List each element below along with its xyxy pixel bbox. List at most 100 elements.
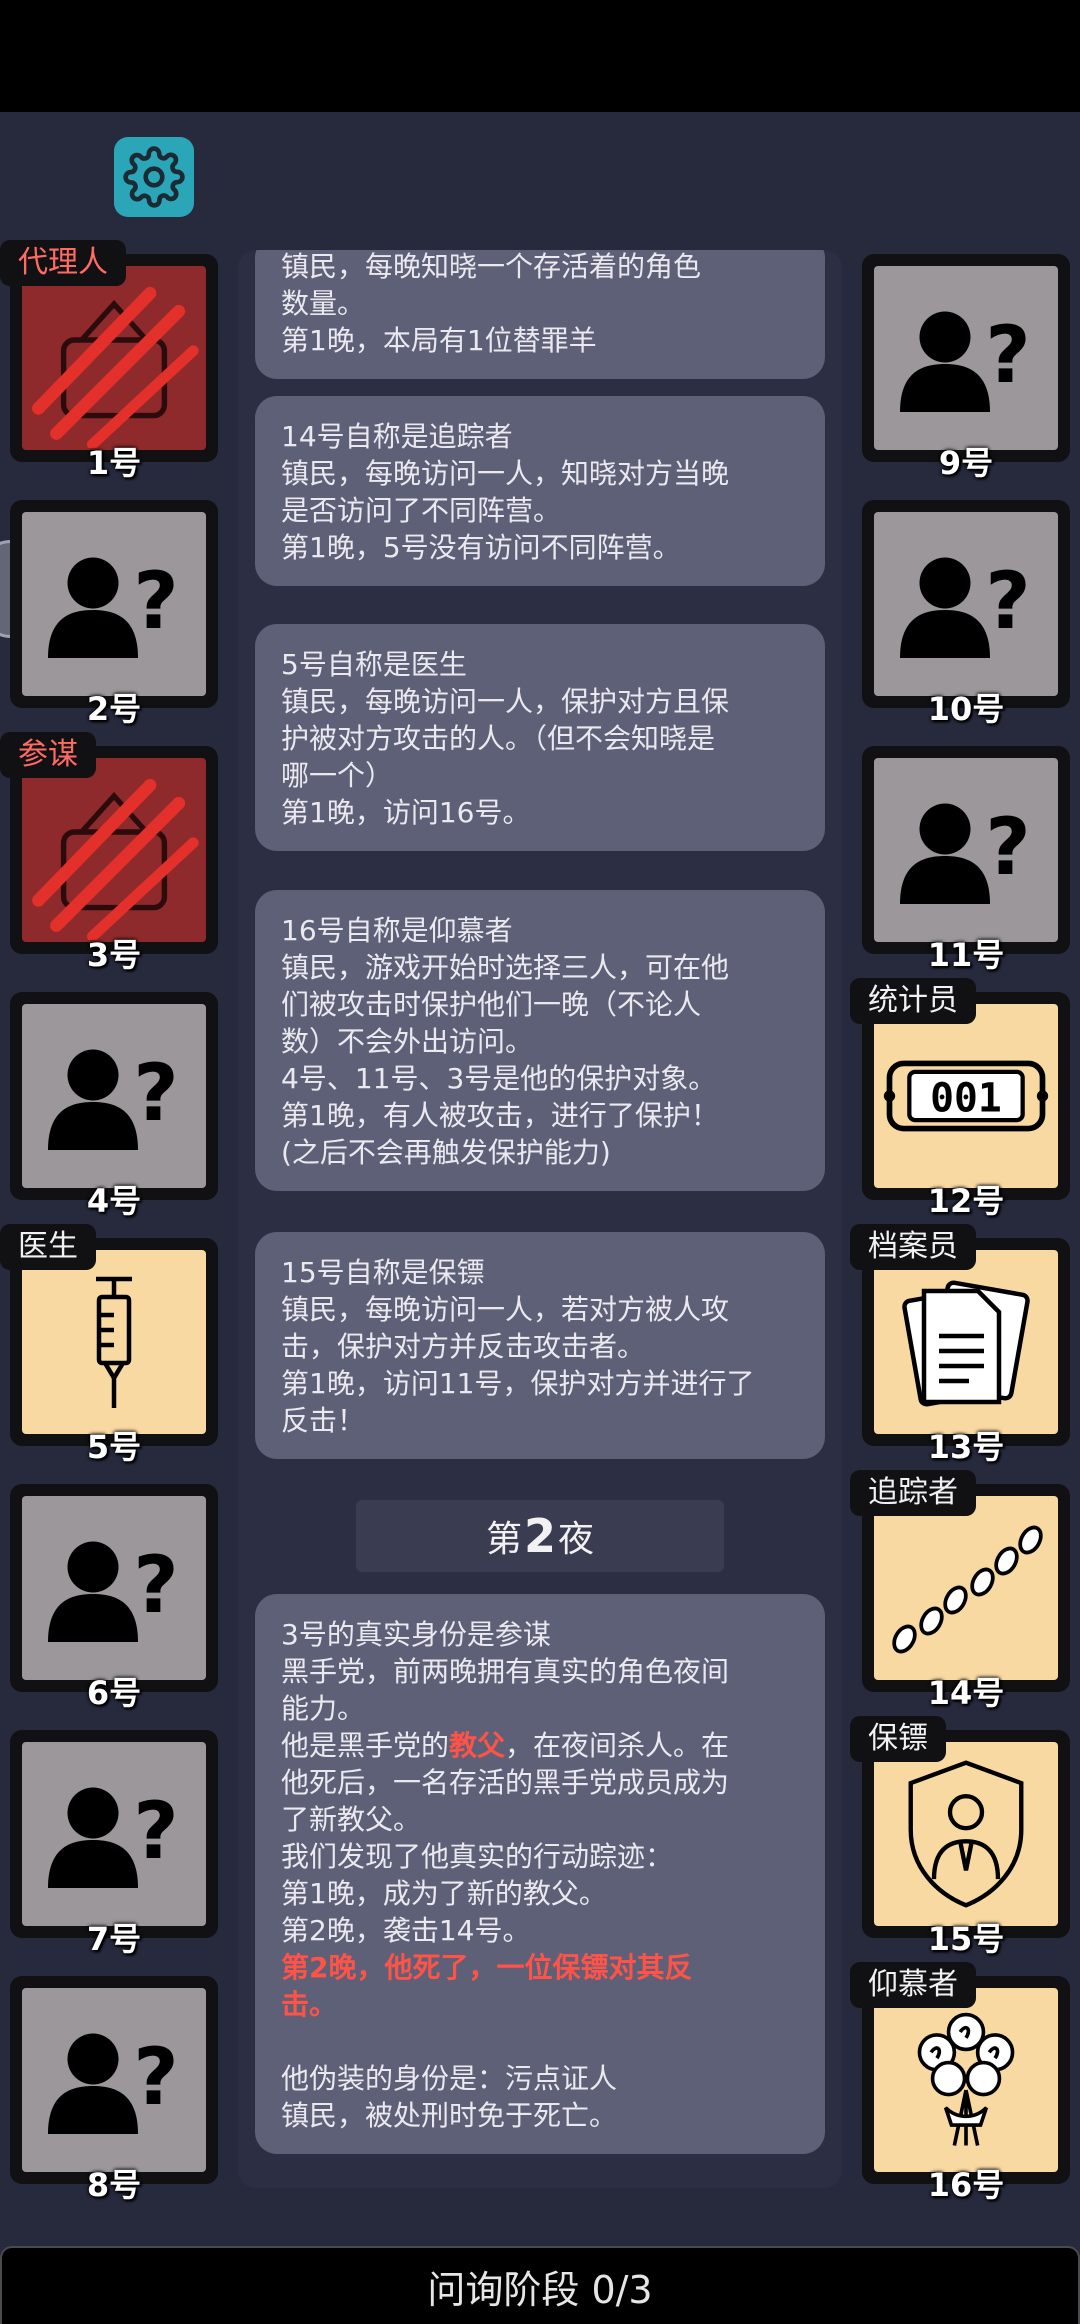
feed-line: 第1晚，有人被攻击，进行了保护！ <box>281 1099 719 1132</box>
role-tag: 追踪者 <box>850 1470 976 1516</box>
unknown-player-icon: ? <box>48 557 179 658</box>
feed-line: 了新教父。 <box>281 1803 422 1836</box>
player-seat[interactable]: ? 7号 <box>10 1730 218 1958</box>
role-tag: 仰慕者 <box>850 1962 976 2008</box>
feed-line: 镇民，游戏开始时选择三人，可在他 <box>281 951 730 984</box>
feed-line: 数量。 <box>281 287 366 320</box>
player-number: 7号 <box>86 1920 142 1958</box>
settings-button[interactable] <box>114 137 194 217</box>
counter-icon: 001 <box>883 1060 1049 1132</box>
player-portrait <box>874 1496 1058 1680</box>
phase-label: 问询阶段 0/3 <box>427 2267 653 2312</box>
event-feed[interactable]: 镇民，每晚知晓一个存活着的角色 数量。 第1晚，本局有1位替罪羊 14号自称是追… <box>238 250 842 2188</box>
player-seat[interactable]: 档案员 13号 <box>850 1224 1070 1466</box>
player-seat[interactable]: ? 2号 <box>10 500 218 728</box>
unknown-player-icon: ? <box>48 1049 179 1150</box>
player-number: 1号 <box>86 444 142 482</box>
feed-line: 镇民，每晚知晓一个存活着的角色 <box>281 250 702 283</box>
player-number: 8号 <box>86 2166 142 2204</box>
feed-line: 第1晚，本局有1位替罪羊 <box>281 324 597 357</box>
night-number: 2 <box>523 1509 556 1563</box>
player-number: 10号 <box>927 690 1005 728</box>
feed-line: 第1晚，访问16号。 <box>281 796 531 829</box>
player-number: 3号 <box>86 936 142 974</box>
player-portrait: 001 <box>874 1004 1058 1188</box>
feed-line: 能力。 <box>281 1692 366 1725</box>
night-suffix: 夜 <box>558 1519 595 1560</box>
gear-icon <box>123 146 185 208</box>
feed-line: 击，保护对方并反击攻击者。 <box>281 1330 646 1363</box>
player-seat[interactable]: ? 4号 <box>10 992 218 1220</box>
feed-line: 第1晚，成为了新的教父。 <box>281 1877 607 1910</box>
player-portrait: ? <box>874 266 1058 450</box>
shield-person-icon <box>908 1760 1024 1908</box>
player-seat[interactable]: 代理人 1号 <box>0 240 218 482</box>
phase-bar: 问询阶段 0/3 <box>0 2246 1080 2324</box>
player-number: 2号 <box>86 690 142 728</box>
player-seat[interactable]: 追踪者 14号 <box>850 1470 1070 1712</box>
player-seat[interactable]: 仰慕者 16号 <box>850 1962 1070 2204</box>
player-number: 13号 <box>927 1428 1005 1466</box>
feed-line: 反击！ <box>281 1404 366 1437</box>
player-portrait: ? <box>22 512 206 696</box>
player-seat[interactable]: ? 9号 <box>862 254 1070 482</box>
player-seat[interactable]: ? 11号 <box>862 746 1070 974</box>
unknown-player-icon: ? <box>900 557 1031 658</box>
feed-line: 5号自称是医生 <box>281 648 467 681</box>
player-number: 16号 <box>927 2166 1005 2204</box>
syringe-icon <box>96 1276 132 1408</box>
player-seat[interactable]: 参谋 3号 <box>0 732 218 974</box>
player-seat[interactable]: ? 10号 <box>862 500 1070 728</box>
feed-line: 他是黑手党的教父，在夜间杀人。在 <box>281 1727 799 1764</box>
player-seat[interactable]: 医生 5号 <box>0 1224 218 1466</box>
svg-text:?: ? <box>133 1049 178 1139</box>
player-number: 9号 <box>938 444 994 482</box>
player-portrait <box>874 1250 1058 1434</box>
player-number: 14号 <box>927 1674 1005 1712</box>
svg-text:?: ? <box>985 803 1030 893</box>
feed-line: 们被攻击时保护他们一晚（不论人 <box>281 988 702 1021</box>
feed-line: 15号自称是保镖 <box>281 1256 485 1289</box>
role-tag: 医生 <box>0 1224 96 1270</box>
player-portrait: ? <box>22 1988 206 2172</box>
feed-card: 5号自称是医生 镇民，每晚访问一人，保护对方且保 护被对方攻击的人。（但不会知晓… <box>255 624 825 851</box>
player-seat[interactable]: ? 8号 <box>10 1976 218 2204</box>
player-portrait: ? <box>874 512 1058 696</box>
svg-text:?: ? <box>133 2033 178 2123</box>
feed-card: 14号自称是追踪者 镇民，每晚访问一人，知晓对方当晚 是否访问了不同阵营。 第1… <box>255 396 825 586</box>
feed-line: 第2晚，袭击14号。 <box>281 1914 531 1947</box>
night-header: 第2夜 <box>356 1500 724 1572</box>
feed-card: 镇民，每晚知晓一个存活着的角色 数量。 第1晚，本局有1位替罪羊 <box>255 250 825 379</box>
svg-text:?: ? <box>985 311 1030 401</box>
feed-line: 14号自称是追踪者 <box>281 420 513 453</box>
svg-text:?: ? <box>133 1787 178 1877</box>
unknown-player-icon: ? <box>900 311 1031 412</box>
feed-line-death: 第2晚，他死了，一位保镖对其反 <box>281 1951 693 1984</box>
role-tag: 参谋 <box>0 732 96 778</box>
player-portrait: ? <box>22 1496 206 1680</box>
role-tag: 代理人 <box>0 240 126 286</box>
unknown-player-icon: ? <box>900 803 1031 904</box>
feed-card: 15号自称是保镖 镇民，每晚访问一人，若对方被人攻 击，保护对方并反击攻击者。 … <box>255 1232 825 1459</box>
player-seat[interactable]: 保镖 15号 <box>850 1716 1070 1958</box>
player-portrait <box>22 266 206 450</box>
feed-line: 数）不会外出访问。 <box>281 1025 534 1058</box>
feed-line: 哪一个） <box>281 759 394 792</box>
feed-text: ，在夜间杀人。在 <box>505 1729 730 1762</box>
feed-line: 3号的真实身份是参谋 <box>281 1618 551 1651</box>
unknown-player-icon: ? <box>48 2033 179 2134</box>
role-tag: 统计员 <box>850 978 976 1024</box>
documents-icon <box>902 1280 1030 1407</box>
player-number: 12号 <box>927 1182 1005 1220</box>
player-number: 4号 <box>86 1182 142 1220</box>
feed-line: 4号、11号、3号是他的保护对象。 <box>281 1062 717 1095</box>
player-seat[interactable]: 001 统计员 12号 <box>850 978 1070 1220</box>
slain-claw-icon <box>32 778 199 940</box>
bouquet-icon <box>917 2012 1015 2146</box>
player-seat[interactable]: ? 6号 <box>10 1484 218 1712</box>
player-number: 11号 <box>927 936 1005 974</box>
feed-line: 镇民，每晚访问一人，若对方被人攻 <box>281 1293 730 1326</box>
feed-line: (之后不会再触发保护能力) <box>281 1136 611 1169</box>
feed-line-death: 击。 <box>281 1988 338 2021</box>
